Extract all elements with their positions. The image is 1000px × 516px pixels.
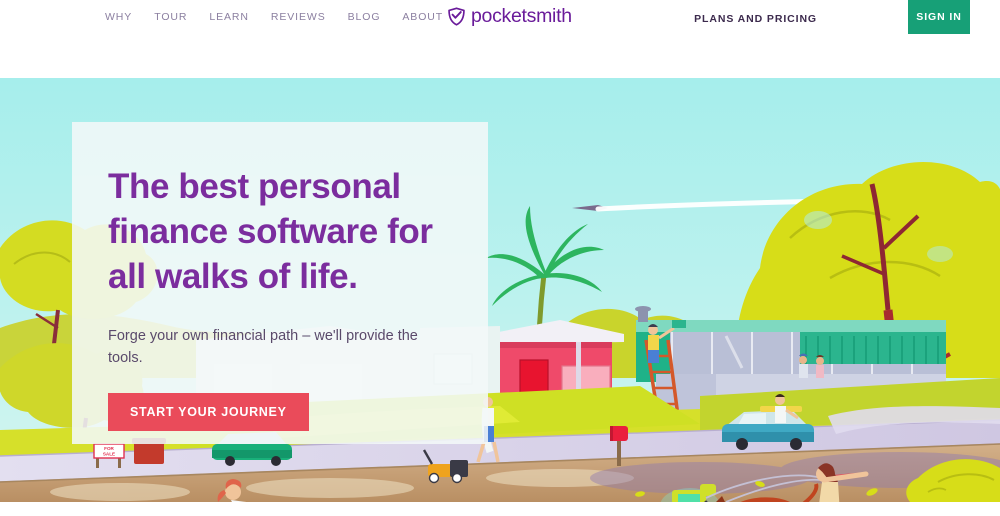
page-root: FOR SALE The best personal finance softw… [0, 0, 1000, 516]
page-title: The best personal finance software for a… [108, 167, 433, 296]
start-your-journey-button[interactable]: START YOUR JOURNEY [108, 393, 309, 431]
nav-item-reviews[interactable]: REVIEWS [271, 11, 326, 24]
logo-text: pocketsmith [471, 5, 572, 27]
hero-text-panel: The best personal finance software for a… [72, 122, 488, 444]
sign-in-button[interactable]: SIGN IN [908, 0, 970, 34]
page-bottom-strip [0, 502, 1000, 516]
nav-item-tour[interactable]: TOUR [154, 11, 187, 24]
site-header: WHY TOUR LEARN REVIEWS BLOG ABOUT pocket… [0, 0, 1000, 78]
main-navigation: WHY TOUR LEARN REVIEWS BLOG ABOUT [105, 11, 443, 24]
hero-subheading: Forge your own financial path – we'll pr… [108, 328, 418, 366]
nav-item-learn[interactable]: LEARN [209, 11, 249, 24]
nav-item-why[interactable]: WHY [105, 11, 132, 24]
nav-item-blog[interactable]: BLOG [348, 11, 381, 24]
svg-text:SALE: SALE [103, 452, 115, 457]
nav-item-about[interactable]: ABOUT [402, 11, 443, 24]
shield-check-icon [447, 7, 466, 26]
svg-text:FOR: FOR [104, 446, 114, 451]
plans-and-pricing-link[interactable]: PLANS AND PRICING [694, 13, 817, 25]
pocketsmith-logo[interactable]: pocketsmith [447, 5, 572, 27]
hero-illustration: FOR SALE The best personal finance softw… [0, 78, 1000, 502]
